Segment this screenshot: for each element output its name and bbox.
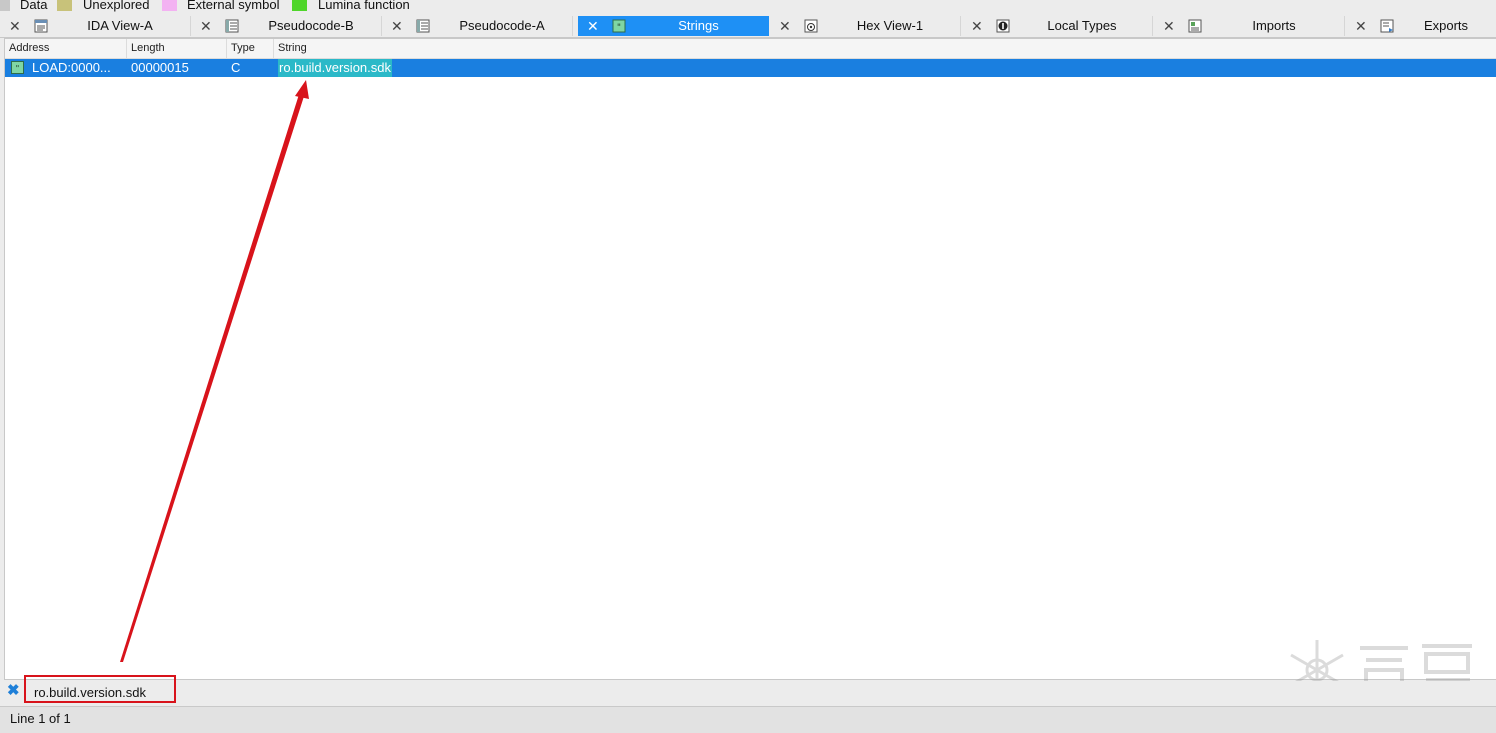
tab-label: Hex View-1 [856, 18, 924, 33]
color-legend: Data Unexplored External symbol Lumina f… [0, 0, 1496, 13]
cell-string: ro.build.version.sdk [278, 59, 392, 77]
close-icon[interactable]: ✕ [1163, 18, 1175, 34]
column-header-address[interactable]: Address [5, 39, 127, 58]
tab-label: Pseudocode-B [268, 18, 354, 33]
tab-label: Exports [1423, 18, 1469, 33]
hex-view-icon [804, 19, 818, 33]
search-input[interactable] [30, 683, 174, 701]
close-icon[interactable]: ✕ [971, 18, 983, 34]
tab-label: Imports [1252, 18, 1296, 33]
tab-imports[interactable]: ✕ Imports [1154, 16, 1345, 36]
search-bar: ✖ [0, 675, 1496, 703]
cell-type: C [231, 60, 241, 75]
exports-icon [1380, 19, 1394, 33]
string-item-icon: " [11, 61, 24, 74]
tab-label: Pseudocode-A [459, 18, 545, 33]
close-icon[interactable]: ✕ [200, 18, 212, 34]
cell-length: 00000015 [131, 60, 189, 75]
pseudocode-icon [416, 19, 430, 33]
column-header-length[interactable]: Length [127, 39, 227, 58]
tab-strings[interactable]: ✕ " Strings [578, 16, 769, 36]
tab-label: Strings [678, 18, 719, 33]
tab-local-types[interactable]: ✕ Local Types [962, 16, 1153, 36]
table-row[interactable]: " LOAD:0000... 00000015 C ro.build.versi… [5, 59, 1496, 77]
svg-text:": " [16, 64, 20, 73]
tab-label: IDA View-A [87, 18, 153, 33]
legend-label-unexplored: Unexplored [83, 0, 150, 12]
close-icon[interactable]: ✕ [9, 18, 21, 34]
tab-pseudocode-a[interactable]: ✕ Pseudocode-A [382, 16, 573, 36]
tab-bar: ✕ IDA View-A ✕ Pseudocode-B ✕ Pseudocode… [0, 15, 1496, 38]
status-text: Line 1 of 1 [10, 711, 71, 726]
tab-label: Local Types [1047, 18, 1117, 33]
legend-swatch-data [0, 0, 10, 11]
strings-table: Address Length Type String " LOAD:0000..… [4, 38, 1496, 680]
clear-search-icon[interactable]: ✖ [7, 682, 23, 700]
tab-exports[interactable]: ✕ Exports [1346, 16, 1496, 36]
legend-label-external-symbol: External symbol [187, 0, 280, 12]
status-bar: Line 1 of 1 [0, 706, 1496, 733]
legend-swatch-external-symbol [162, 0, 177, 11]
disassembly-icon [34, 19, 48, 33]
pseudocode-icon [225, 19, 239, 33]
legend-label-data: Data [20, 0, 48, 12]
close-icon[interactable]: ✕ [391, 18, 403, 34]
legend-swatch-lumina-function [292, 0, 307, 11]
legend-label-lumina-function: Lumina function [318, 0, 410, 12]
local-types-icon [996, 19, 1010, 33]
cell-address: LOAD:0000... [32, 60, 111, 75]
legend-swatch-unexplored [57, 0, 72, 11]
tab-ida-view-a[interactable]: ✕ IDA View-A [0, 16, 191, 36]
column-header-type[interactable]: Type [227, 39, 274, 58]
close-icon[interactable]: ✕ [587, 18, 599, 34]
close-icon[interactable]: ✕ [1355, 18, 1367, 34]
column-header-string[interactable]: String [274, 39, 1496, 58]
tab-pseudocode-b[interactable]: ✕ Pseudocode-B [191, 16, 382, 36]
imports-icon [1188, 19, 1202, 33]
svg-text:": " [617, 23, 621, 33]
tab-hex-view-1[interactable]: ✕ Hex View-1 [770, 16, 961, 36]
strings-icon: " [612, 19, 626, 33]
close-icon[interactable]: ✕ [779, 18, 791, 34]
table-header: Address Length Type String [5, 39, 1496, 59]
